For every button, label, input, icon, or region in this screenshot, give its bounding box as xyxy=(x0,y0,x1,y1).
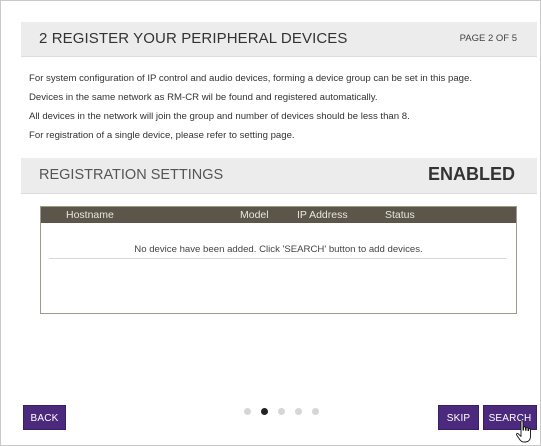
skip-button[interactable]: SKIP xyxy=(438,405,479,430)
back-button[interactable]: BACK xyxy=(23,405,66,430)
description: For system configuration of IP control a… xyxy=(29,69,534,145)
registration-settings-title: REGISTRATION SETTINGS xyxy=(39,167,224,183)
page-dot-current[interactable] xyxy=(261,408,268,415)
hand-pointer-icon xyxy=(516,420,531,443)
description-line: All devices in the network will join the… xyxy=(29,111,410,122)
column-header-ip-address[interactable]: IP Address xyxy=(297,209,348,221)
table-header: Hostname Model IP Address Status xyxy=(41,207,516,223)
wizard-window: 2 REGISTER YOUR PERIPHERAL DEVICES PAGE … xyxy=(0,0,541,446)
page-dot[interactable] xyxy=(278,408,285,415)
description-line: For registration of a single device, ple… xyxy=(29,130,295,141)
empty-table-message: No device have been added. Click 'SEARCH… xyxy=(134,244,423,255)
description-line: Devices in the same network as RM-CR wil… xyxy=(29,92,378,103)
divider xyxy=(49,258,507,259)
page-dot[interactable] xyxy=(312,408,319,415)
column-header-hostname[interactable]: Hostname xyxy=(66,209,114,221)
description-line: For system configuration of IP control a… xyxy=(29,73,472,84)
page-header: 2 REGISTER YOUR PERIPHERAL DEVICES PAGE … xyxy=(21,22,537,57)
page-dot[interactable] xyxy=(295,408,302,415)
page-dot[interactable] xyxy=(244,408,251,415)
page-indicator: PAGE 2 OF 5 xyxy=(459,33,517,44)
column-header-status[interactable]: Status xyxy=(385,209,415,221)
device-table: Hostname Model IP Address Status No devi… xyxy=(40,206,517,314)
column-header-model[interactable]: Model xyxy=(240,209,269,221)
registration-settings-bar: REGISTRATION SETTINGS ENABLED xyxy=(21,158,537,194)
registration-status[interactable]: ENABLED xyxy=(428,164,515,185)
page-title: 2 REGISTER YOUR PERIPHERAL DEVICES xyxy=(39,30,348,47)
